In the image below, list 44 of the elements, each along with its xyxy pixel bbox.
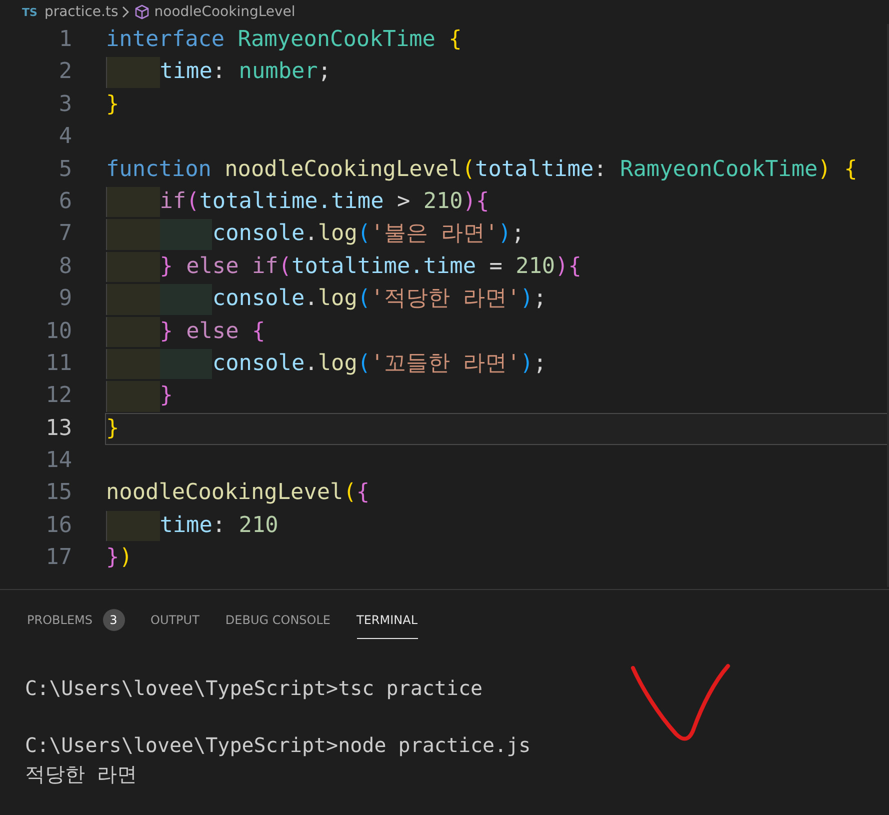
panel-tab[interactable]: OUTPUT bbox=[150, 605, 200, 639]
code-line: } else { bbox=[105, 316, 887, 348]
terminal-line: C:\Users\lovee\TypeScript>tsc practice bbox=[25, 675, 484, 702]
code-line: } bbox=[105, 90, 120, 119]
panel-tab[interactable]: DEBUG CONSOLE bbox=[225, 605, 331, 639]
line-number: 6 bbox=[58, 188, 72, 216]
line-number: 16 bbox=[44, 512, 72, 540]
code-line: function noodleCookingLevel(totaltime: RamyeonCookTime) { bbox=[105, 156, 858, 184]
line-number: 7 bbox=[58, 220, 72, 248]
code-line: } bbox=[105, 380, 887, 413]
code-line: if(totaltime.time > 210){ bbox=[105, 186, 887, 218]
code-line: time: number; bbox=[105, 56, 887, 89]
code-line: time: 210 bbox=[105, 510, 887, 542]
typescript-file-icon: TS bbox=[22, 6, 38, 18]
code-line: } else if(totaltime.time = 210){ bbox=[105, 250, 887, 284]
line-number: 14 bbox=[44, 447, 72, 476]
line-number: 5 bbox=[58, 156, 72, 184]
panel-tab[interactable]: TERMINAL bbox=[356, 605, 418, 639]
breadcrumb-symbol[interactable]: noodleCookingLevel bbox=[154, 4, 296, 20]
terminal-line: 적당한 라면 bbox=[25, 760, 138, 788]
line-number: 4 bbox=[58, 123, 72, 152]
line-number: 8 bbox=[58, 252, 72, 281]
panel-tab[interactable]: PROBLEMS 3 bbox=[27, 605, 124, 639]
code-line: console.log('적당한 라면'); bbox=[105, 283, 887, 316]
line-number: 11 bbox=[44, 350, 72, 378]
code-line: noodleCookingLevel({ bbox=[105, 479, 371, 508]
code-line: }) bbox=[105, 544, 134, 572]
line-number: 9 bbox=[58, 285, 72, 314]
breadcrumb-file[interactable]: practice.ts bbox=[44, 4, 118, 20]
line-number: 3 bbox=[58, 90, 72, 119]
line-number: 15 bbox=[44, 479, 72, 508]
code-line: console.log('불은 라면'); bbox=[105, 218, 887, 251]
count-badge: 3 bbox=[102, 609, 124, 631]
chevron-right-icon bbox=[122, 6, 130, 18]
cube-icon bbox=[134, 4, 150, 20]
line-number: 2 bbox=[58, 58, 72, 86]
line-number: 17 bbox=[44, 544, 72, 572]
line-number: 1 bbox=[58, 26, 72, 54]
line-number: 12 bbox=[44, 382, 72, 410]
code-line: interface RamyeonCookTime { bbox=[105, 26, 463, 54]
line-number: 13 bbox=[44, 414, 72, 443]
code-line: console.log('꼬들한 라면'); bbox=[105, 348, 887, 380]
terminal-line: C:\Users\lovee\TypeScript>node practice.js bbox=[25, 732, 532, 760]
line-number: 10 bbox=[44, 318, 72, 346]
